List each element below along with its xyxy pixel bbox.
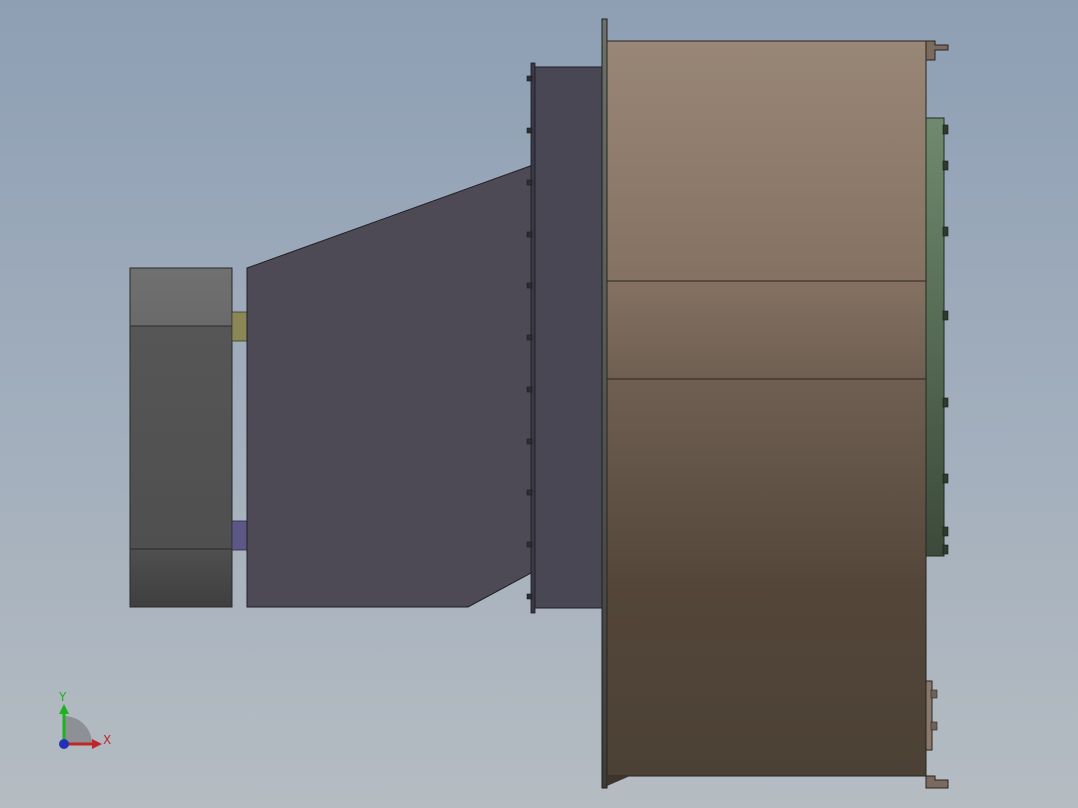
triad-x-label: X: [103, 733, 111, 747]
front-plate[interactable]: [601, 18, 608, 789]
triad-x-arrow: [92, 739, 102, 749]
model-canvas[interactable]: Y X: [0, 0, 1078, 808]
inlet-flange-block[interactable]: [530, 62, 604, 614]
coupling-lower[interactable]: [231, 520, 248, 551]
motor-body[interactable]: [129, 267, 233, 608]
coupling-upper[interactable]: [231, 311, 248, 342]
triad-arc: [64, 716, 92, 744]
bottom-bracket[interactable]: [925, 680, 949, 789]
inlet-transition-duct[interactable]: [246, 164, 534, 608]
cad-viewport[interactable]: Y X: [0, 0, 1078, 808]
top-bracket[interactable]: [925, 40, 949, 61]
triad-y-arrow: [59, 704, 69, 714]
triad-y-label: Y: [58, 690, 67, 704]
side-panel[interactable]: [925, 117, 945, 557]
fan-housing[interactable]: [606, 40, 927, 786]
coordinate-triad: Y X: [58, 690, 111, 749]
triad-z-axis: [59, 739, 69, 749]
